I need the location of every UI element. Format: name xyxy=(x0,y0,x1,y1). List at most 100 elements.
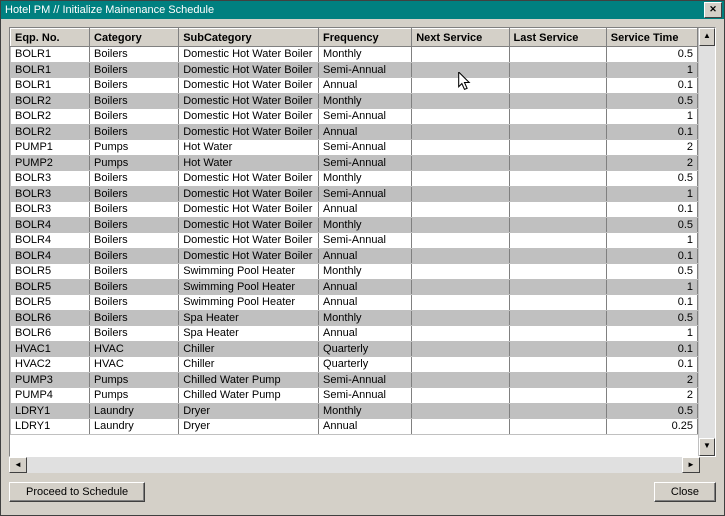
cell-freq[interactable]: Semi-Annual xyxy=(319,372,412,388)
cell-cat[interactable]: Boilers xyxy=(90,295,179,311)
cell-last[interactable] xyxy=(509,419,606,435)
cell-eqp[interactable]: HVAC1 xyxy=(11,341,90,357)
cell-cat[interactable]: Boilers xyxy=(90,310,179,326)
cell-time[interactable]: 1 xyxy=(606,326,697,342)
cell-time[interactable]: 0.5 xyxy=(606,217,697,233)
cell-last[interactable] xyxy=(509,140,606,156)
cell-cat[interactable]: Pumps xyxy=(90,140,179,156)
cell-sub[interactable]: Swimming Pool Heater xyxy=(179,264,319,280)
cell-freq[interactable]: Monthly xyxy=(319,403,412,419)
cell-eqp[interactable]: BOLR3 xyxy=(11,202,90,218)
cell-cat[interactable]: Boilers xyxy=(90,186,179,202)
cell-last[interactable] xyxy=(509,233,606,249)
cell-last[interactable] xyxy=(509,388,606,404)
column-header-eqp[interactable]: Eqp. No. xyxy=(11,29,90,47)
cell-eqp[interactable]: HVAC2 xyxy=(11,357,90,373)
column-header-cat[interactable]: Category xyxy=(90,29,179,47)
cell-next[interactable] xyxy=(412,202,509,218)
cell-next[interactable] xyxy=(412,78,509,94)
cell-eqp[interactable]: BOLR1 xyxy=(11,62,90,78)
cell-last[interactable] xyxy=(509,372,606,388)
cell-next[interactable] xyxy=(412,372,509,388)
cell-next[interactable] xyxy=(412,357,509,373)
table-row[interactable]: BOLR5BoilersSwimming Pool HeaterMonthly0… xyxy=(11,264,698,280)
cell-sub[interactable]: Hot Water xyxy=(179,155,319,171)
scroll-down-button[interactable]: ▼ xyxy=(699,438,715,456)
cell-freq[interactable]: Annual xyxy=(319,326,412,342)
cell-last[interactable] xyxy=(509,124,606,140)
cell-last[interactable] xyxy=(509,403,606,419)
cell-eqp[interactable]: LDRY1 xyxy=(11,419,90,435)
cell-freq[interactable]: Quarterly xyxy=(319,341,412,357)
cell-cat[interactable]: Boilers xyxy=(90,326,179,342)
cell-cat[interactable]: Boilers xyxy=(90,233,179,249)
cell-freq[interactable]: Semi-Annual xyxy=(319,186,412,202)
cell-sub[interactable]: Domestic Hot Water Boiler xyxy=(179,62,319,78)
cell-last[interactable] xyxy=(509,171,606,187)
cell-next[interactable] xyxy=(412,279,509,295)
cell-last[interactable] xyxy=(509,93,606,109)
cell-cat[interactable]: Laundry xyxy=(90,419,179,435)
cell-time[interactable]: 2 xyxy=(606,372,697,388)
column-header-next[interactable]: Next Service xyxy=(412,29,509,47)
cell-last[interactable] xyxy=(509,217,606,233)
cell-cat[interactable]: Boilers xyxy=(90,47,179,63)
table-row[interactable]: BOLR2BoilersDomestic Hot Water BoilerSem… xyxy=(11,109,698,125)
cell-last[interactable] xyxy=(509,155,606,171)
cell-time[interactable]: 0.1 xyxy=(606,248,697,264)
cell-last[interactable] xyxy=(509,109,606,125)
cell-cat[interactable]: Boilers xyxy=(90,264,179,280)
cell-sub[interactable]: Domestic Hot Water Boiler xyxy=(179,202,319,218)
cell-freq[interactable]: Semi-Annual xyxy=(319,388,412,404)
cell-last[interactable] xyxy=(509,279,606,295)
cell-next[interactable] xyxy=(412,403,509,419)
cell-freq[interactable]: Annual xyxy=(319,295,412,311)
cell-next[interactable] xyxy=(412,186,509,202)
horizontal-scrollbar[interactable]: ◄ ► xyxy=(9,457,716,473)
cell-time[interactable]: 2 xyxy=(606,388,697,404)
table-row[interactable]: BOLR3BoilersDomestic Hot Water BoilerMon… xyxy=(11,171,698,187)
cell-sub[interactable]: Chilled Water Pump xyxy=(179,388,319,404)
cell-sub[interactable]: Spa Heater xyxy=(179,326,319,342)
cell-time[interactable]: 0.5 xyxy=(606,310,697,326)
cell-last[interactable] xyxy=(509,357,606,373)
cell-cat[interactable]: Pumps xyxy=(90,388,179,404)
table-row[interactable]: BOLR1BoilersDomestic Hot Water BoilerMon… xyxy=(11,47,698,63)
table-row[interactable]: BOLR6BoilersSpa HeaterAnnual1 xyxy=(11,326,698,342)
cell-sub[interactable]: Domestic Hot Water Boiler xyxy=(179,78,319,94)
cell-cat[interactable]: Boilers xyxy=(90,248,179,264)
cell-eqp[interactable]: BOLR4 xyxy=(11,233,90,249)
cell-sub[interactable]: Domestic Hot Water Boiler xyxy=(179,171,319,187)
cell-sub[interactable]: Swimming Pool Heater xyxy=(179,295,319,311)
cell-freq[interactable]: Monthly xyxy=(319,217,412,233)
cell-next[interactable] xyxy=(412,217,509,233)
cell-time[interactable]: 1 xyxy=(606,62,697,78)
scroll-up-button[interactable]: ▲ xyxy=(699,28,715,46)
cell-freq[interactable]: Annual xyxy=(319,279,412,295)
cell-next[interactable] xyxy=(412,233,509,249)
cell-next[interactable] xyxy=(412,326,509,342)
cell-sub[interactable]: Domestic Hot Water Boiler xyxy=(179,248,319,264)
cell-cat[interactable]: Boilers xyxy=(90,78,179,94)
cell-eqp[interactable]: BOLR3 xyxy=(11,171,90,187)
cell-sub[interactable]: Domestic Hot Water Boiler xyxy=(179,217,319,233)
cell-time[interactable]: 0.1 xyxy=(606,78,697,94)
cell-next[interactable] xyxy=(412,310,509,326)
cell-sub[interactable]: Domestic Hot Water Boiler xyxy=(179,47,319,63)
cell-eqp[interactable]: LDRY1 xyxy=(11,403,90,419)
cell-eqp[interactable]: PUMP2 xyxy=(11,155,90,171)
cell-eqp[interactable]: PUMP4 xyxy=(11,388,90,404)
cell-eqp[interactable]: BOLR3 xyxy=(11,186,90,202)
cell-cat[interactable]: Boilers xyxy=(90,171,179,187)
cell-eqp[interactable]: BOLR1 xyxy=(11,78,90,94)
cell-time[interactable]: 0.5 xyxy=(606,264,697,280)
table-row[interactable]: PUMP4PumpsChilled Water PumpSemi-Annual 2 xyxy=(11,388,698,404)
cell-next[interactable] xyxy=(412,124,509,140)
cell-sub[interactable]: Domestic Hot Water Boiler xyxy=(179,233,319,249)
cell-time[interactable]: 2 xyxy=(606,155,697,171)
table-row[interactable]: HVAC2HVACChillerQuarterly0.1 xyxy=(11,357,698,373)
table-row[interactable]: BOLR5BoilersSwimming Pool HeaterAnnual1 xyxy=(11,279,698,295)
cell-sub[interactable]: Hot Water xyxy=(179,140,319,156)
cell-time[interactable]: 0.5 xyxy=(606,93,697,109)
cell-freq[interactable]: Semi-Annual xyxy=(319,109,412,125)
